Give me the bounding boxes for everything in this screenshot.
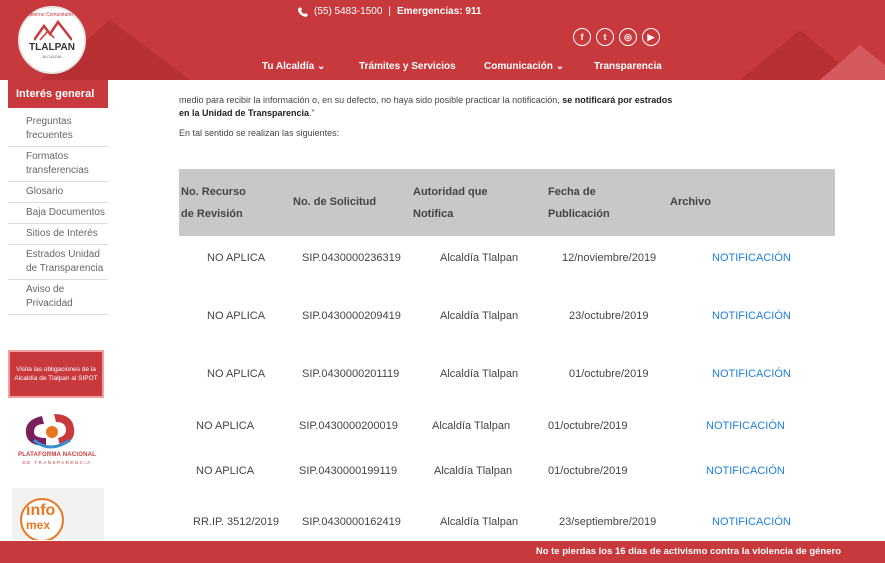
cell-recurso: NO APLICA [207,368,266,380]
th-recurso-line1: No. Recurso [181,186,246,198]
social-links: f t ◎ ▶ [573,28,660,46]
cell-solicitud: SIP.0430000200019 [299,420,398,432]
chevron-down-icon: ⌄ [555,61,565,72]
nav-tu-alcaldia[interactable]: Tu Alcaldía ⌄ [262,61,325,72]
notificacion-link[interactable]: NOTIFICACIÓN [712,252,791,264]
cell-fecha: 12/noviembre/2019 [562,252,657,264]
cell-solicitud: SIP.0430000162419 [302,516,401,528]
intro-text: medio para recibir la información o, en … [179,95,560,105]
th-autoridad: Autoridad que Notifica [413,181,488,225]
cell-autoridad: Alcaldía Tlalpan [432,420,511,432]
cell-recurso: NO APLICA [207,310,266,322]
chevron-down-icon: ⌄ [317,61,326,72]
nav-comunicacion[interactable]: Comunicación ⌄ [484,61,564,72]
cell-solicitud: SIP.0430000201119 [302,368,400,380]
logo-arc-text: Gobierno Comunitario [24,12,73,18]
sidebar-item-preguntas[interactable]: Preguntas frecuentes [8,112,108,147]
notificacion-link[interactable]: NOTIFICACIÓN [712,516,791,528]
cell-autoridad: Alcaldía Tlalpan [440,310,519,322]
th-archivo: Archivo [670,196,711,208]
emergency-number: Emergencias: 911 [397,6,482,17]
intro-secondary: En tal sentido se realizan las siguiente… [179,128,340,138]
nav-label: Comunicación [484,61,553,72]
th-solicitud: No. de Solicitud [293,196,377,208]
cell-fecha: 01/octubre/2019 [548,465,628,477]
pnt-swirl-icon [25,414,75,449]
th-fecha-line1: Fecha de [548,186,596,198]
phone-icon [298,6,308,17]
infomex-text-mex: mex [26,518,51,532]
footer-text[interactable]: No te pierdas los 16 días de activismo c… [536,546,841,557]
sidebar-item-formatos[interactable]: Formatos transferencias [8,147,108,182]
nav-label: Trámites y Servicios [359,61,456,72]
cell-autoridad: Alcaldía Tlalpan [434,465,513,477]
sipot-banner[interactable]: Visita las obligaciones de la Alcaldía d… [8,350,104,398]
sidebar-item-glosario[interactable]: Glosario [8,182,108,203]
logo-name: TLALPAN [29,42,75,53]
sidebar-item-estrados[interactable]: Estrados Unidad de Transparencia [8,245,108,280]
th-fecha-line2: Publicación [548,208,610,220]
cell-fecha: 01/octubre/2019 [569,368,649,380]
footer-banner: No te pierdas los 16 días de activismo c… [0,541,885,563]
pnt-subtitle: DE TRANSPARENCIA [22,460,92,465]
intro-end: ." [309,108,315,118]
cell-solicitud: SIP.0430000209419 [302,310,401,322]
logo-peaks-icon [34,20,72,41]
notificacion-link[interactable]: NOTIFICACIÓN [706,420,785,432]
pnt-logo[interactable]: PLATAFORMA NACIONAL DE TRANSPARENCIA [14,410,100,470]
th-autoridad-line1: Autoridad que [413,186,488,198]
th-recurso: No. Recurso de Revisión [181,181,246,225]
th-autoridad-line2: Notifica [413,208,454,220]
notificacion-link[interactable]: NOTIFICACIÓN [712,310,791,322]
youtube-icon[interactable]: ▶ [642,28,660,46]
pnt-title: PLATAFORMA NACIONAL [17,452,96,458]
sidebar-item-baja-documentos[interactable]: Baja Documentos [8,203,108,224]
cell-fecha: 23/octubre/2019 [569,310,649,322]
cell-autoridad: Alcaldía Tlalpan [440,368,519,380]
sidebar-item-sitios[interactable]: Sitios de Interés [8,224,108,245]
cell-fecha: 01/octubre/2019 [548,420,628,432]
cell-solicitud: SIP.0430000199119 [299,465,398,477]
nav-label: Tu Alcaldía [262,61,315,72]
cell-fecha: 23/septiembre/2019 [559,516,657,528]
cell-recurso: NO APLICA [196,465,255,477]
facebook-icon[interactable]: f [573,28,591,46]
cell-recurso: NO APLICA [207,252,266,264]
sidebar-item-aviso[interactable]: Aviso de Privacidad [8,280,108,315]
cell-recurso: RR.IP. 3512/2019 [193,516,280,528]
contact-line: (55) 5483-1500 | Emergencias: 911 [298,6,482,17]
th-fecha: Fecha de Publicación [548,181,610,225]
intro-bold-1: se notificará [562,95,616,105]
cell-solicitud: SIP.0430000236319 [302,252,401,264]
phone-number: (55) 5483-1500 [314,6,383,17]
cell-recurso: NO APLICA [196,420,255,432]
nav-transparencia[interactable]: Transparencia [594,61,662,72]
nav-tramites[interactable]: Trámites y Servicios [359,61,456,72]
infomex-logo[interactable]: info mex [12,488,104,540]
cell-autoridad: Alcaldía Tlalpan [440,252,519,264]
tlalpan-logo[interactable]: Gobierno Comunitario TLALPAN ALCALDÍA [18,6,86,74]
phone-separator: | [388,6,391,17]
intro-paragraph: medio para recibir la información o, en … [179,94,679,120]
site-header: Gobierno Comunitario TLALPAN ALCALDÍA (5… [0,0,885,80]
table-header: No. Recurso de Revisión No. de Solicitud… [179,169,835,236]
nav-label: Transparencia [594,61,662,72]
logo-sub: ALCALDÍA [42,54,62,59]
th-recurso-line2: de Revisión [181,208,243,220]
notificacion-link[interactable]: NOTIFICACIÓN [712,368,791,380]
instagram-icon[interactable]: ◎ [619,28,637,46]
sidebar-title: Interés general [8,80,108,108]
notificacion-link[interactable]: NOTIFICACIÓN [706,465,785,477]
sidebar: Interés general Preguntas frecuentes For… [8,80,108,315]
cell-autoridad: Alcaldía Tlalpan [440,516,519,528]
twitter-icon[interactable]: t [596,28,614,46]
